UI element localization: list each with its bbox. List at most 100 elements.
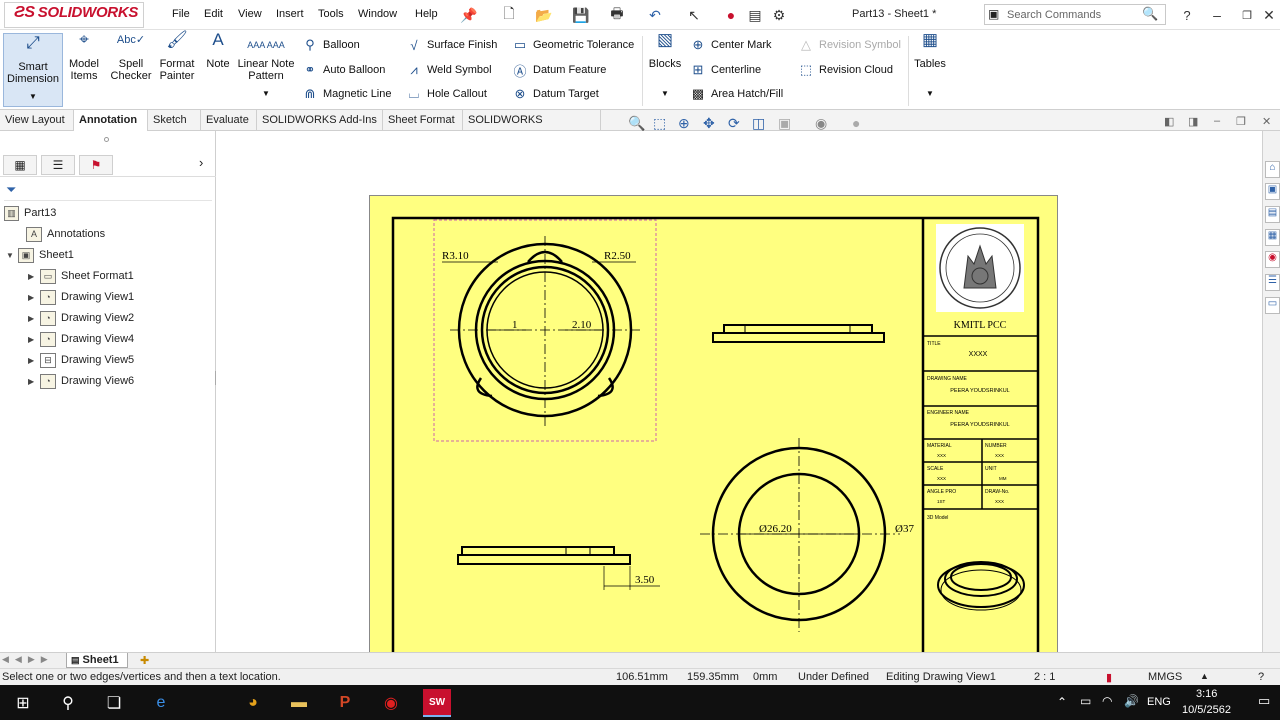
blocks-button[interactable]: ▧ Blocks ▼ (648, 31, 682, 100)
hole-callout-button[interactable]: ⌴ Hole Callout (406, 85, 487, 103)
graphics-area[interactable]: R3.10 R2.50 1 2.10 3.50 Ø26.20 Ø37 KMITL… (217, 131, 1262, 652)
doc-minimize-icon[interactable]: – (1214, 115, 1220, 127)
undo-icon[interactable]: ↶ (646, 6, 664, 24)
scene-icon[interactable]: ● (852, 115, 860, 131)
tab-inspection[interactable]: SOLIDWORKS Inspection (463, 110, 601, 146)
task-view-icon[interactable]: ❏ (100, 689, 128, 717)
revision-cloud-button[interactable]: ⬚ Revision Cloud (798, 61, 893, 79)
datum-feature-button[interactable]: Ⓐ Datum Feature (512, 61, 606, 79)
pan-icon[interactable]: ✥ (703, 115, 715, 132)
collapse-arrow-icon[interactable]: ▼ (6, 251, 18, 260)
zoom-to-fit-icon[interactable]: 🔍 (628, 115, 645, 132)
status-scale[interactable]: 2 : 1 (1034, 671, 1055, 683)
sheet-nav-icons[interactable]: ◀◀▶▶ (2, 654, 54, 665)
file-explorer-icon[interactable]: ▬ (285, 689, 313, 717)
solidworks-taskbar-icon[interactable]: SW (423, 689, 451, 717)
rotate-icon[interactable]: ⟳ (728, 115, 740, 132)
linear-note-pattern-button[interactable]: AAA AAA Linear Note Pattern ▼ (236, 34, 296, 100)
tab-sketch[interactable]: Sketch (148, 110, 201, 131)
chevron-down-icon[interactable]: ▼ (4, 91, 62, 103)
menu-window[interactable]: Window (358, 8, 397, 20)
notifications-icon[interactable]: ▭ (1258, 693, 1270, 709)
dim-350[interactable]: 3.50 (635, 574, 655, 586)
drawing-view2[interactable] (712, 324, 885, 343)
pin-icon[interactable]: 📌 (460, 6, 478, 24)
geometric-tolerance-button[interactable]: ▭ Geometric Tolerance (512, 36, 634, 54)
spell-checker-button[interactable]: Abc✓ Spell Checker (110, 34, 152, 82)
tree-annotations[interactable]: A Annotations (26, 225, 105, 243)
chevron-right-icon[interactable]: › (199, 155, 203, 170)
window-tile-icon[interactable]: ◧ (1164, 115, 1174, 128)
dim-r310[interactable]: R3.10 (442, 250, 469, 262)
volume-icon[interactable]: 🔊 (1124, 694, 1139, 708)
chevron-down-icon[interactable]: ▼ (912, 88, 948, 100)
menu-view[interactable]: View (238, 8, 262, 20)
chrome-icon[interactable]: ◕ (239, 689, 267, 717)
zoom-area-icon[interactable]: ⬚ (653, 115, 666, 132)
file-explorer-icon[interactable]: ▤ (1265, 206, 1280, 223)
property-manager-tab-icon[interactable]: ☰ (41, 155, 75, 175)
rebuild-status-icon[interactable]: ▮ (1106, 671, 1112, 684)
balloon-button[interactable]: ⚲ Balloon (302, 36, 359, 54)
appearance-icon[interactable]: ◉ (815, 115, 827, 132)
expand-arrow-icon[interactable]: ▶ (28, 356, 40, 365)
search-commands-box[interactable]: ▣ Search Commands 🔍 (984, 4, 1166, 25)
iso-model-view[interactable] (937, 561, 1025, 611)
tree-sheet-format[interactable]: ▶ ▭ Sheet Format1 (28, 267, 134, 285)
tab-sheet-format[interactable]: Sheet Format (383, 110, 463, 131)
file-properties-icon[interactable]: ▤ (746, 6, 764, 24)
search-icon[interactable]: 🔍 (1142, 6, 1158, 22)
dim-210[interactable]: 2.10 (572, 319, 592, 331)
help-status-icon[interactable]: ? (1258, 671, 1264, 683)
save-icon[interactable]: 💾 (572, 6, 590, 24)
menu-tools[interactable]: Tools (318, 8, 344, 20)
powerpoint-icon[interactable]: P (331, 689, 359, 717)
drawing-view1[interactable] (442, 236, 640, 428)
drawing-view4[interactable] (457, 546, 660, 590)
tree-drawing-view2[interactable]: ▶ ◔ Drawing View2 (28, 309, 134, 327)
options-gear-icon[interactable]: ⚙ (770, 6, 788, 24)
chevron-down-icon[interactable]: ▼ (648, 88, 682, 100)
dim-d37[interactable]: Ø37 (895, 523, 914, 535)
new-document-icon[interactable]: 🗋 (500, 5, 518, 24)
weld-symbol-button[interactable]: ⩘ Weld Symbol (406, 61, 491, 79)
expand-arrow-icon[interactable]: ▶ (28, 314, 40, 323)
forum-icon[interactable]: ▭ (1265, 297, 1280, 314)
network-icon[interactable]: ▭ (1080, 694, 1091, 708)
feature-tree-tab-icon[interactable]: ▦ (3, 155, 37, 175)
restore-icon[interactable]: ❐ (1238, 6, 1256, 24)
tree-drawing-view4[interactable]: ▶ ◔ Drawing View4 (28, 330, 134, 348)
open-icon[interactable]: 📂 (535, 6, 553, 24)
tables-button[interactable]: ▦ Tables ▼ (912, 31, 948, 100)
datum-target-button[interactable]: ⊗ Datum Target (512, 85, 599, 103)
auto-balloon-button[interactable]: ⚭ Auto Balloon (302, 61, 386, 79)
panel-grip[interactable] (104, 137, 109, 142)
tree-drawing-view5[interactable]: ▶ ⊟ Drawing View5 (28, 351, 134, 369)
wifi-icon[interactable]: ◠ (1102, 694, 1112, 708)
tab-addins[interactable]: SOLIDWORKS Add-Ins (257, 110, 383, 131)
print-icon[interactable]: 🖶 (608, 5, 626, 24)
menu-help[interactable]: Help (415, 8, 438, 20)
doc-close-icon[interactable]: ✕ (1262, 115, 1271, 128)
sheet1-tab[interactable]: ▤ Sheet1 (66, 653, 128, 668)
doc-restore-icon[interactable]: ❐ (1236, 115, 1246, 128)
window-tile2-icon[interactable]: ◨ (1188, 115, 1198, 128)
tray-chevron-up-icon[interactable]: ⌃ (1057, 695, 1067, 709)
tab-evaluate[interactable]: Evaluate (201, 110, 257, 131)
dim-1[interactable]: 1 (512, 319, 518, 331)
smart-dimension-button[interactable]: ⤢ Smart Dimension ▼ (3, 33, 63, 107)
surface-finish-button[interactable]: √ Surface Finish (406, 36, 497, 54)
magnetic-line-button[interactable]: ⋒ Magnetic Line (302, 85, 392, 103)
tree-root[interactable]: ▥ Part13 (4, 204, 56, 222)
tab-view-layout[interactable]: View Layout (0, 110, 74, 131)
hide-show-icon[interactable]: ▣ (778, 115, 791, 132)
rebuild-icon[interactable]: ● (722, 6, 740, 24)
tree-filter[interactable]: ⏷ (4, 181, 212, 201)
tree-drawing-view6[interactable]: ▶ ◔ Drawing View6 (28, 372, 134, 390)
drawing-sheet[interactable]: R3.10 R2.50 1 2.10 3.50 Ø26.20 Ø37 KMITL… (369, 195, 1058, 652)
clock-date[interactable]: 10/5/2562 (1182, 704, 1231, 716)
menu-edit[interactable]: Edit (204, 8, 223, 20)
record-icon[interactable]: ◉ (377, 689, 405, 717)
minimize-icon[interactable]: – (1208, 6, 1226, 24)
tree-sheet[interactable]: ▼ ▣ Sheet1 (6, 246, 74, 264)
